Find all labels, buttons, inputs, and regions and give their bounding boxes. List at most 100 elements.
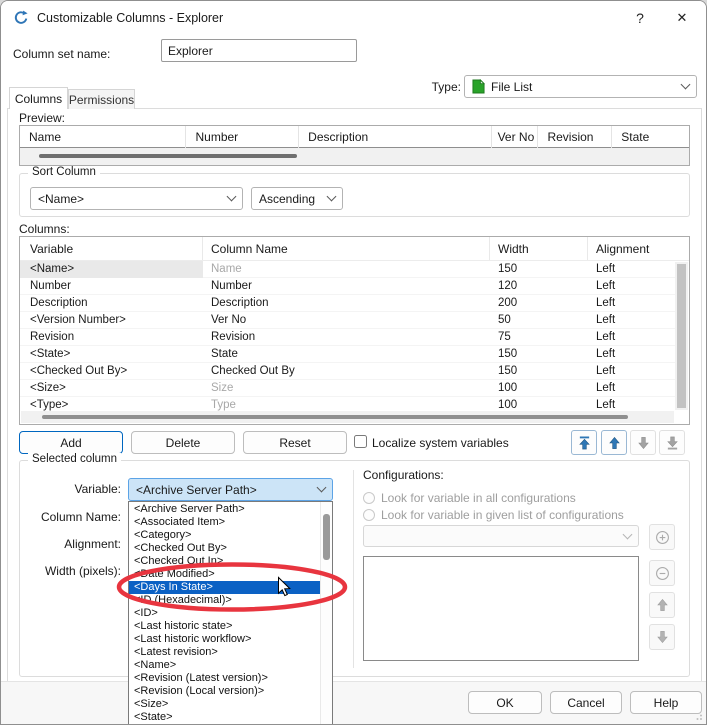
move-top-button[interactable]: [571, 430, 597, 455]
tab-columns[interactable]: Columns: [9, 87, 68, 109]
table-row[interactable]: <Name> Name 150 Left: [20, 261, 675, 278]
column-header-width[interactable]: Width: [490, 237, 588, 260]
table-row[interactable]: Number Number 120 Left: [20, 278, 675, 295]
cell-alignment: Left: [588, 263, 675, 275]
radio-given-configurations: [363, 509, 375, 521]
selected-column-legend: Selected column: [28, 453, 121, 465]
dropdown-scrollbar-thumb[interactable]: [323, 514, 330, 560]
dropdown-item[interactable]: <Latest revision>: [129, 646, 320, 659]
cell-variable: Description: [20, 295, 203, 312]
preview-column-header[interactable]: Ver No: [492, 126, 539, 148]
configuration-combobox: [363, 525, 639, 547]
dropdown-item[interactable]: <Revision (Latest version)>: [129, 672, 320, 685]
type-combobox[interactable]: File List: [464, 75, 697, 98]
table-row[interactable]: <Type> Type 100 Left: [20, 397, 675, 411]
cell-variable: Revision: [20, 329, 203, 346]
preview-column-header[interactable]: Revision: [538, 126, 612, 148]
tab-permissions[interactable]: Permissions: [68, 89, 135, 109]
cell-width: 150: [490, 365, 588, 377]
preview-column-header[interactable]: State: [612, 126, 689, 148]
reset-button[interactable]: Reset: [243, 431, 347, 454]
vertical-divider: [353, 470, 354, 668]
localize-checkbox-label[interactable]: Localize system variables: [372, 436, 509, 450]
chevron-down-icon: [681, 80, 691, 90]
preview-column-header[interactable]: Name: [20, 126, 186, 148]
variable-combobox[interactable]: <Archive Server Path>: [128, 478, 333, 501]
dropdown-item[interactable]: <Associated Item>: [129, 516, 320, 529]
arrow-up-icon: [608, 436, 621, 450]
columns-vscrollbar-thumb[interactable]: [677, 264, 686, 408]
sort-column-legend: Sort Column: [28, 166, 100, 178]
title-bar: Customizable Columns - Explorer: [1, 1, 706, 34]
radio-all-configurations: [363, 492, 375, 504]
variable-label: Variable:: [19, 482, 121, 496]
cell-width: 100: [490, 382, 588, 394]
chevron-down-icon: [227, 192, 237, 202]
cell-column-name: Name: [203, 263, 490, 275]
width-pixels-label: Width (pixels):: [19, 564, 121, 578]
variable-dropdown-list: <Archive Server Path> <Associated Item> …: [128, 501, 333, 724]
dropdown-item[interactable]: <Archive Server Path>: [129, 503, 320, 516]
table-row[interactable]: <Size> Size 100 Left: [20, 380, 675, 397]
chevron-down-icon: [317, 483, 327, 493]
table-row[interactable]: <Checked Out By> Checked Out By 150 Left: [20, 363, 675, 380]
type-label: Type:: [401, 80, 461, 94]
column-header-column-name[interactable]: Column Name: [203, 237, 490, 260]
column-header-variable[interactable]: Variable: [20, 237, 203, 260]
dropdown-item[interactable]: <Size>: [129, 698, 320, 711]
preview-scrollbar-thumb[interactable]: [39, 154, 297, 158]
column-set-name-input[interactable]: [161, 39, 357, 62]
resize-grip[interactable]: [693, 711, 703, 721]
table-row[interactable]: Revision Revision 75 Left: [20, 329, 675, 346]
table-row[interactable]: <Version Number> Ver No 50 Left: [20, 312, 675, 329]
preview-column-header[interactable]: Number: [186, 126, 299, 148]
type-value: File List: [491, 80, 532, 94]
dropdown-item[interactable]: <Name>: [129, 659, 320, 672]
columns-vertical-scrollbar[interactable]: [675, 262, 688, 410]
dropdown-item[interactable]: <Last historic workflow>: [129, 633, 320, 646]
add-configuration-button: [649, 524, 675, 550]
help-button[interactable]: ?: [620, 1, 660, 34]
dropdown-item[interactable]: <Checked Out In>: [129, 555, 320, 568]
app-sync-icon: [13, 10, 29, 26]
preview-horizontal-scrollbar[interactable]: [20, 148, 689, 165]
ok-button[interactable]: OK: [468, 691, 542, 714]
localize-checkbox[interactable]: [354, 435, 367, 448]
move-down-button: [630, 430, 656, 455]
dropdown-item[interactable]: <Revision (Local version)>: [129, 685, 320, 698]
cell-width: 75: [490, 331, 588, 343]
cell-column-name: Number: [203, 280, 490, 292]
minus-circle-icon: [655, 566, 670, 581]
dropdown-item[interactable]: <Days In State>: [129, 581, 320, 594]
cell-variable: <Checked Out By>: [20, 363, 203, 380]
dropdown-item[interactable]: <Category>: [129, 529, 320, 542]
cancel-button[interactable]: Cancel: [550, 691, 622, 714]
table-row[interactable]: Description Description 200 Left: [20, 295, 675, 312]
dropdown-item[interactable]: <Last historic state>: [129, 620, 320, 633]
sort-order-value: Ascending: [259, 192, 315, 206]
dropdown-item[interactable]: <ID (Hexadecimal)>: [129, 594, 320, 607]
dropdown-scrollbar[interactable]: [320, 502, 332, 724]
dropdown-item[interactable]: <ID>: [129, 607, 320, 620]
sort-order-combobox[interactable]: Ascending: [251, 187, 343, 210]
sort-column-combobox[interactable]: <Name>: [30, 187, 243, 210]
cell-variable: Number: [20, 278, 203, 295]
cell-column-name: Revision: [203, 331, 490, 343]
preview-column-header[interactable]: Description: [299, 126, 491, 148]
cell-width: 50: [490, 314, 588, 326]
column-header-alignment[interactable]: Alignment: [588, 237, 689, 260]
table-row[interactable]: <State> State 150 Left: [20, 346, 675, 363]
configurations-listbox: [363, 556, 639, 661]
add-button[interactable]: Add: [19, 431, 123, 454]
help-footer-button[interactable]: Help: [630, 691, 702, 714]
move-up-button[interactable]: [601, 430, 627, 455]
dropdown-item[interactable]: <State>: [129, 711, 320, 724]
close-button[interactable]: ✕: [662, 1, 702, 34]
columns-horizontal-scrollbar[interactable]: [21, 411, 674, 423]
dropdown-item[interactable]: <Date Modified>: [129, 568, 320, 581]
columns-hscrollbar-thumb[interactable]: [42, 415, 628, 419]
window-title: Customizable Columns - Explorer: [37, 11, 223, 25]
dropdown-item[interactable]: <Checked Out By>: [129, 542, 320, 555]
delete-button[interactable]: Delete: [131, 431, 235, 454]
move-bottom-button: [659, 430, 685, 455]
